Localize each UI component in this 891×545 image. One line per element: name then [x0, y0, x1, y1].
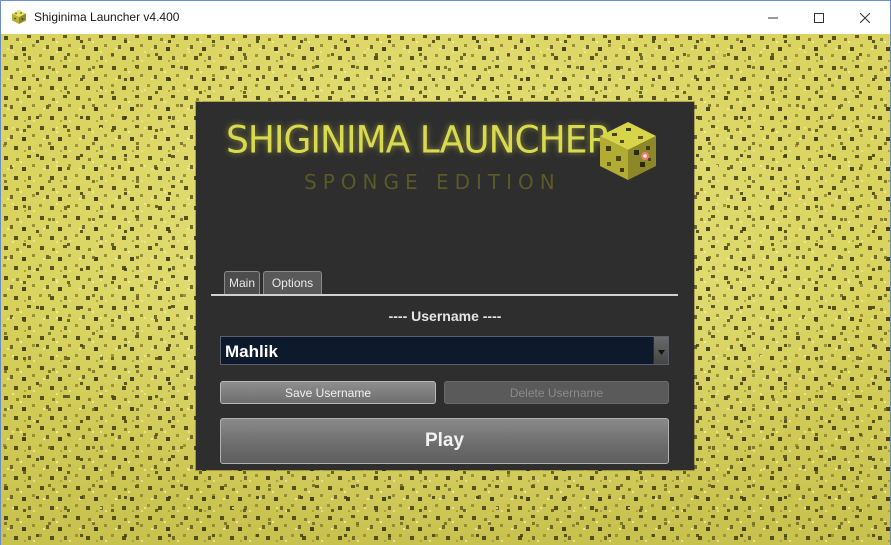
minimize-icon	[768, 13, 778, 23]
username-value[interactable]: Mahlik	[225, 342, 278, 362]
sponge-block-icon	[600, 122, 656, 180]
tab-options[interactable]: Options	[263, 271, 322, 294]
logo-title: SHIGINIMA LAUNCHER	[226, 118, 611, 163]
dropdown-arrow-button[interactable]	[653, 337, 668, 364]
logo: SHIGINIMA LAUNCHER SPONGE EDITION	[226, 118, 656, 198]
launcher-background: SHIGINIMA LAUNCHER SPONGE EDITION Main O…	[1, 34, 890, 545]
maximize-button[interactable]	[796, 1, 842, 34]
delete-username-button[interactable]: Delete Username	[444, 381, 669, 404]
logo-subtitle: SPONGE EDITION	[304, 170, 561, 194]
chevron-down-icon	[657, 342, 665, 360]
launcher-panel: SHIGINIMA LAUNCHER SPONGE EDITION Main O…	[196, 102, 694, 470]
minimize-button[interactable]	[750, 1, 796, 34]
play-button[interactable]: Play	[220, 418, 669, 464]
username-dropdown[interactable]: Mahlik	[220, 336, 669, 365]
close-button[interactable]	[842, 1, 888, 34]
username-heading: ---- Username ----	[388, 308, 502, 324]
save-username-button[interactable]: Save Username	[220, 381, 436, 404]
maximize-icon	[814, 12, 824, 23]
title-bar[interactable]: Shiginima Launcher v4.400	[1, 1, 890, 34]
sponge-block-icon	[11, 9, 27, 25]
tab-main[interactable]: Main	[224, 271, 260, 294]
window-title: Shiginima Launcher v4.400	[34, 10, 180, 24]
close-icon	[860, 12, 870, 23]
tab-bar: Main Options	[211, 270, 678, 296]
launcher-window: Shiginima Launcher v4.400 SHIGINIMA LAUN…	[0, 0, 891, 545]
